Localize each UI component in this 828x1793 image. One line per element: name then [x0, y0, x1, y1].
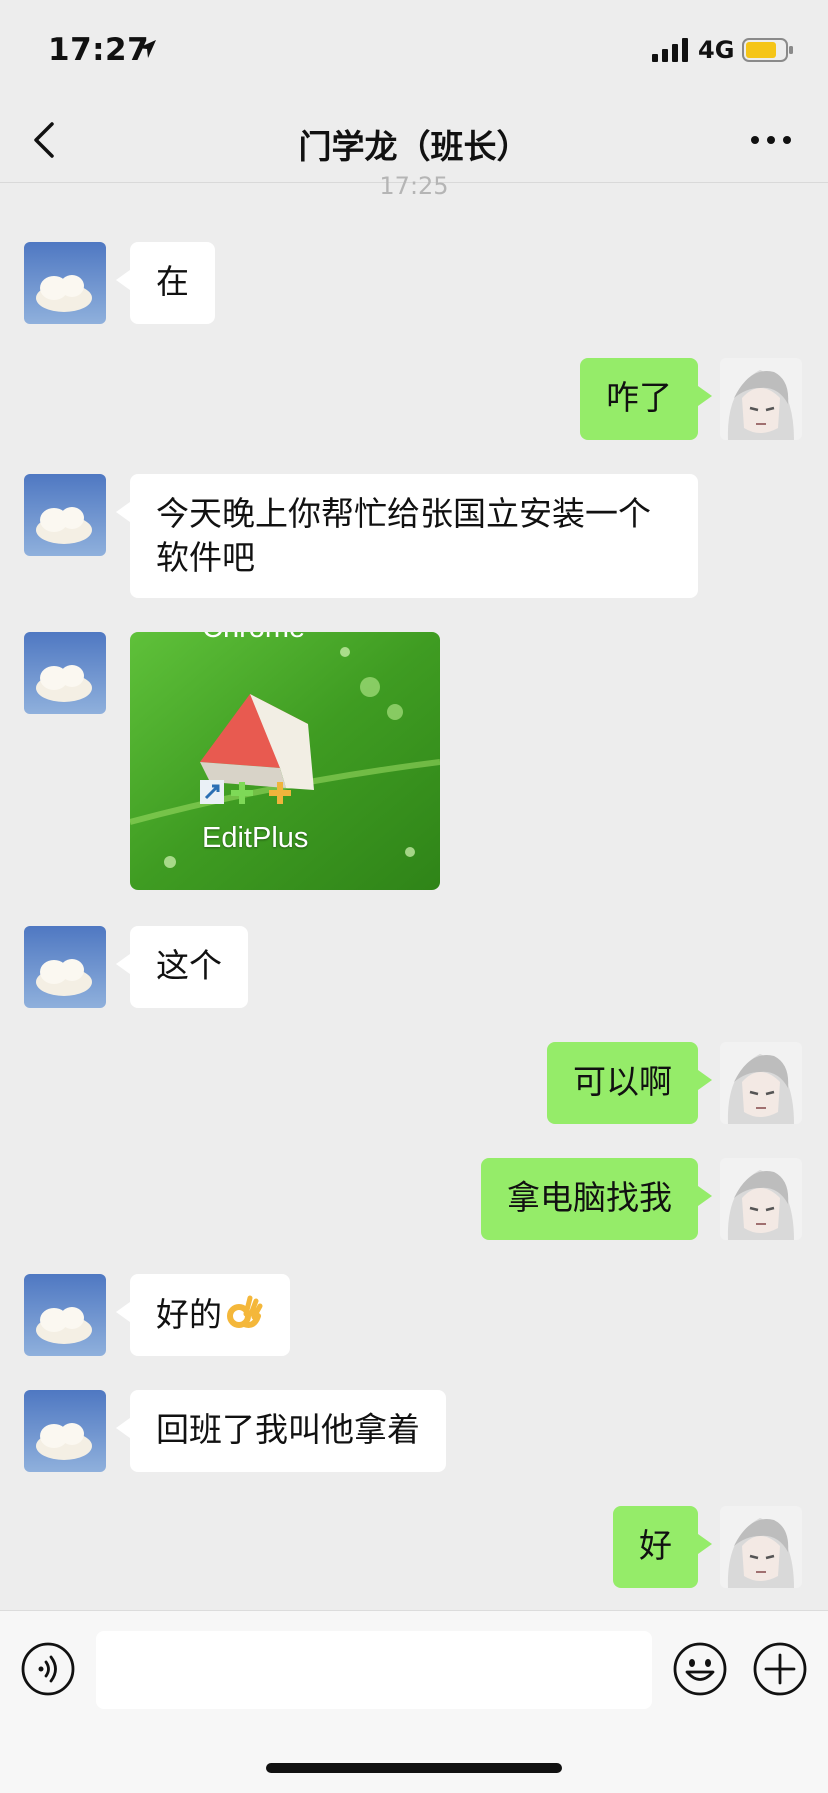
- contact-avatar[interactable]: [24, 1274, 106, 1356]
- anime-avatar-image: [720, 1042, 802, 1124]
- ok-hand-emoji-icon: [227, 1295, 263, 1328]
- anime-avatar-image: [720, 358, 802, 440]
- status-time: 17:27: [48, 32, 150, 68]
- message-bubble-sent[interactable]: 好: [613, 1506, 712, 1588]
- nav-bar: 门学龙（班长）: [0, 100, 828, 183]
- battery-icon: [742, 38, 793, 62]
- cloud-avatar-image: [24, 632, 106, 714]
- contact-avatar[interactable]: [24, 632, 106, 714]
- plus-circle-icon[interactable]: [752, 1641, 808, 1697]
- my-avatar[interactable]: [720, 1158, 802, 1240]
- contact-avatar[interactable]: [24, 1390, 106, 1472]
- home-indicator: [266, 1763, 562, 1773]
- chat-title: 门学龙（班长）: [298, 127, 530, 166]
- message-bubble-received[interactable]: 回班了我叫他拿着: [116, 1390, 446, 1472]
- cloud-avatar-image: [24, 1390, 106, 1472]
- contact-avatar[interactable]: [24, 926, 106, 1008]
- message-bubble-sent[interactable]: 可以啊: [547, 1042, 712, 1124]
- location-arrow-icon: [138, 40, 156, 58]
- image-message[interactable]: Chrome EditPlus: [130, 632, 440, 890]
- message-bubble-received[interactable]: 好的: [116, 1274, 290, 1356]
- my-avatar[interactable]: [720, 358, 802, 440]
- message-input[interactable]: [96, 1631, 652, 1709]
- smiley-icon[interactable]: [672, 1641, 728, 1697]
- cloud-avatar-image: [24, 242, 106, 324]
- status-bar: 17:27 4G: [0, 0, 828, 100]
- cloud-avatar-image: [24, 1274, 106, 1356]
- message-bubble-sent[interactable]: 咋了: [580, 358, 712, 440]
- cloud-avatar-image: [24, 926, 106, 1008]
- message-bubble-received[interactable]: 这个: [116, 926, 248, 1008]
- network-label: 4G: [698, 36, 735, 64]
- contact-avatar[interactable]: [24, 242, 106, 324]
- my-avatar[interactable]: [720, 1042, 802, 1124]
- signal-bars-icon: [652, 38, 688, 62]
- image-text-chrome: Chrome: [202, 632, 305, 645]
- message-text: 好的: [156, 1295, 222, 1334]
- message-bubble-received[interactable]: 今天晚上你帮忙给张国立安装一个软件吧: [116, 474, 698, 598]
- anime-avatar-image: [720, 1506, 802, 1588]
- message-timestamp: 17:25: [379, 172, 449, 200]
- message-bubble-sent[interactable]: 拿电脑找我: [481, 1158, 712, 1240]
- anime-avatar-image: [720, 1158, 802, 1240]
- message-bubble-received[interactable]: 在: [116, 242, 215, 324]
- voice-icon[interactable]: [20, 1641, 76, 1697]
- image-text-editplus: EditPlus: [202, 822, 309, 854]
- my-avatar[interactable]: [720, 1506, 802, 1588]
- more-dots-icon[interactable]: [746, 125, 796, 155]
- cloud-avatar-image: [24, 474, 106, 556]
- contact-avatar[interactable]: [24, 474, 106, 556]
- input-bar: [0, 1610, 828, 1793]
